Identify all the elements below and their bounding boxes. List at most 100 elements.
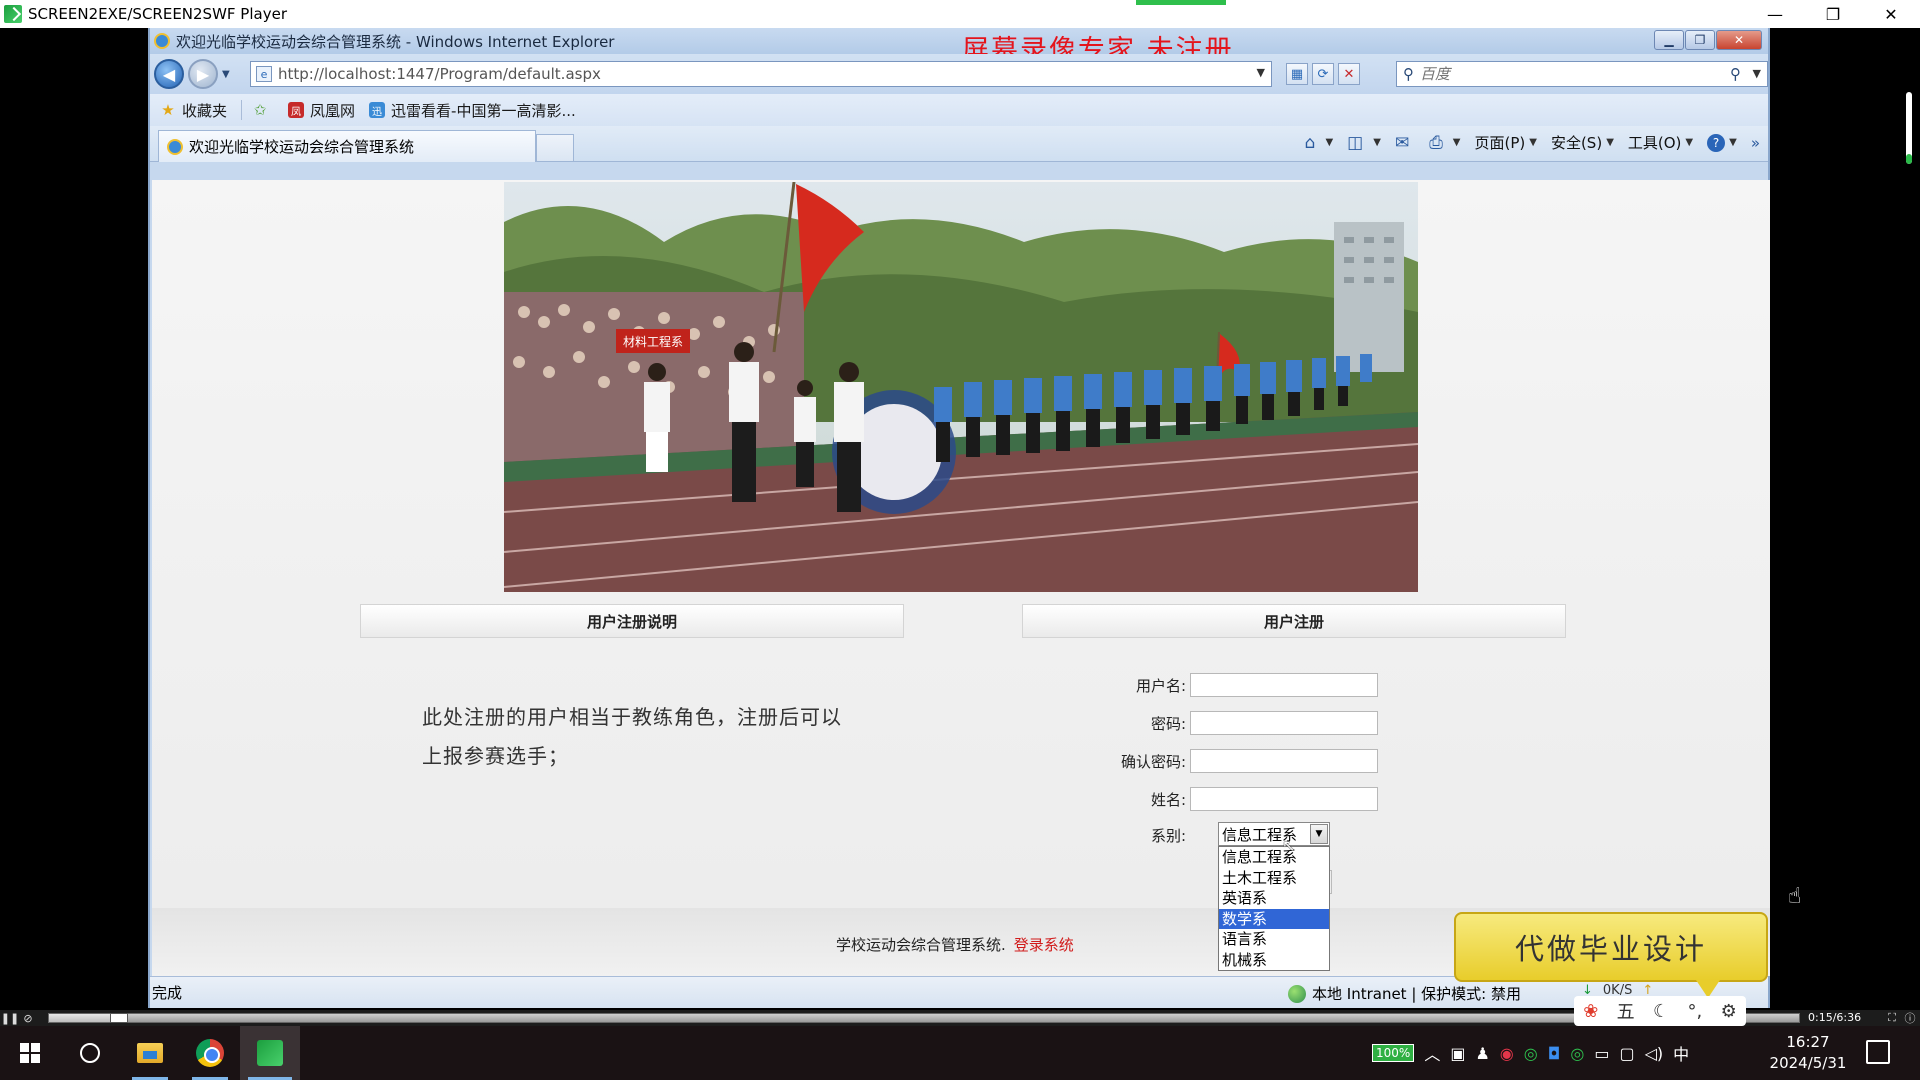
power-icon[interactable]: ▭ — [1594, 1044, 1609, 1063]
search-engine-icon: ⚲ — [1403, 65, 1414, 83]
info-icon[interactable]: ⓘ — [1902, 1010, 1918, 1026]
name-field[interactable] — [1190, 787, 1378, 811]
search-input[interactable] — [1420, 65, 1720, 83]
chevron-up-icon[interactable]: ︿ — [1424, 1041, 1440, 1065]
new-tab-button[interactable] — [536, 134, 574, 162]
login-system-link[interactable]: 登录系统 — [1014, 936, 1074, 954]
gear-icon[interactable]: ⚙ — [1721, 1001, 1737, 1022]
windows-logo-icon — [20, 1043, 40, 1063]
chevron-down-icon[interactable]: ▼ — [1310, 824, 1328, 844]
network-icon[interactable]: ▢ — [1619, 1044, 1634, 1063]
home-button[interactable]: ⌂ ▼ — [1305, 133, 1334, 153]
safety-menu-label: 安全(S) — [1550, 134, 1603, 152]
address-dropdown-icon[interactable]: ▼ — [1257, 66, 1265, 79]
seek-thumb[interactable] — [110, 1013, 128, 1023]
stop-playback-icon[interactable]: ⊘ — [20, 1010, 36, 1026]
address-url[interactable]: http://localhost:1447/Program/default.as… — [278, 65, 601, 83]
tab-row: 欢迎光临学校运动会综合管理系统 ⌂ ▼ ◫ ▼ ✉ ⎙ ▼ 页面(P) ▼ 安全(S) ▼… — [150, 126, 1768, 162]
favorite-link-ifeng[interactable]: 凤 凤凰网 — [288, 100, 355, 121]
search-options-icon[interactable]: ▼ — [1753, 67, 1761, 80]
address-bar[interactable]: e http://localhost:1447/Program/default.… — [250, 61, 1272, 87]
ime-indicator[interactable]: 中 — [1673, 1041, 1689, 1065]
wechat-icon[interactable]: ◎ — [1524, 1044, 1538, 1063]
department-option[interactable]: 土木工程系 — [1219, 868, 1329, 889]
ie-close-icon[interactable]: ✕ — [1716, 30, 1762, 50]
ad-bubble[interactable]: 代做毕业设计 — [1454, 912, 1768, 998]
command-bar: ⌂ ▼ ◫ ▼ ✉ ⎙ ▼ 页面(P) ▼ 安全(S) ▼ 工具(O) ▼ ? ▼ » — [1291, 132, 1760, 153]
camera-icon[interactable]: ▣ — [1450, 1044, 1465, 1063]
back-button[interactable]: ◀ — [154, 59, 184, 89]
department-option[interactable]: 数学系 — [1219, 908, 1329, 929]
seek-bar[interactable] — [48, 1013, 1800, 1023]
pause-icon[interactable]: ❚❚ — [1, 1010, 19, 1026]
baidu-paw-icon[interactable]: ❀ — [1583, 1001, 1598, 1022]
forward-button[interactable]: ▶ — [188, 59, 218, 89]
tab-current[interactable]: 欢迎光临学校运动会综合管理系统 — [158, 130, 536, 162]
minimize-icon[interactable]: — — [1746, 0, 1804, 28]
department-option[interactable]: 信息工程系 — [1219, 847, 1329, 868]
refresh-icon[interactable]: ⟳ — [1312, 63, 1334, 85]
department-option[interactable]: 机械系 — [1219, 950, 1329, 971]
safety-menu[interactable]: 安全(S) ▼ — [1551, 132, 1614, 153]
notification-center-icon[interactable] — [1866, 1040, 1890, 1064]
moon-icon[interactable]: ☾ — [1653, 1001, 1669, 1022]
department-option[interactable]: 语言系 — [1219, 929, 1329, 950]
tray-app-icon[interactable]: ♟ — [1475, 1044, 1489, 1063]
ie-address-row: ◀ ▶ ▼ e http://localhost:1447/Program/de… — [150, 54, 1768, 94]
shield-icon[interactable]: ◘ — [1548, 1044, 1561, 1063]
tools-menu[interactable]: 工具(O) ▼ — [1628, 132, 1693, 153]
password-field[interactable] — [1190, 711, 1378, 735]
recent-pages-dropdown-icon[interactable]: ▼ — [222, 69, 230, 80]
mail-button[interactable]: ✉ — [1395, 133, 1415, 153]
ime-toolbar: ❀ 五 ☾ °, ⚙ — [1574, 996, 1746, 1026]
feeds-button[interactable]: ◫ ▼ — [1347, 133, 1381, 153]
stop-icon[interactable]: ✕ — [1338, 63, 1360, 85]
ime-mode-label[interactable]: 五 — [1617, 998, 1635, 1024]
username-field[interactable] — [1190, 673, 1378, 697]
ie-restore-icon[interactable]: ❐ — [1685, 30, 1715, 50]
name-label: 姓名: — [1150, 790, 1186, 809]
taskbar-clock[interactable]: 16:27 2024/5/31 — [1768, 1032, 1848, 1074]
more-commands-icon[interactable]: » — [1751, 134, 1760, 152]
intro-panel-header: 用户注册说明 — [360, 604, 904, 638]
print-button[interactable]: ⎙ ▼ — [1429, 133, 1460, 153]
page-menu[interactable]: 页面(P) ▼ — [1475, 132, 1537, 153]
close-icon[interactable]: ✕ — [1862, 0, 1920, 28]
department-select[interactable]: 信息工程系 ▼ — [1218, 822, 1330, 846]
compat-view-icon[interactable]: ▦ — [1286, 63, 1308, 85]
add-star-icon: ✩ — [253, 101, 267, 119]
chrome-icon — [196, 1039, 224, 1067]
search-circle-icon — [80, 1043, 100, 1063]
search-button[interactable] — [60, 1026, 120, 1080]
red-app-icon[interactable]: ◉ — [1500, 1044, 1514, 1063]
folder-icon — [137, 1043, 163, 1063]
search-go-icon[interactable]: ⚲ — [1730, 65, 1741, 83]
security-zone[interactable]: 本地 Intranet | 保护模式: 禁用 — [1288, 983, 1521, 1004]
mail-icon: ✉ — [1394, 132, 1410, 153]
password-label: 密码: — [1150, 714, 1186, 733]
ie-logo-icon — [154, 33, 170, 49]
star-icon: ★ — [161, 101, 175, 119]
screen2exe-icon — [257, 1040, 283, 1066]
favorites-button[interactable]: ★ 收藏夹 — [160, 100, 227, 121]
help-menu[interactable]: ? ▼ — [1707, 133, 1737, 152]
punctuation-icon[interactable]: °, — [1688, 1001, 1703, 1022]
wechat-secondary-icon[interactable]: ◎ — [1570, 1044, 1584, 1063]
chrome-button[interactable] — [180, 1026, 240, 1080]
ie-minimize-icon[interactable]: ▁ — [1654, 30, 1684, 50]
add-favorite-button[interactable]: ✩ — [252, 101, 274, 119]
fullscreen-icon[interactable]: ⛶ — [1884, 1010, 1900, 1026]
volume-icon[interactable]: ◁) — [1645, 1044, 1664, 1063]
register-panel-header: 用户注册 — [1022, 604, 1566, 638]
department-option[interactable]: 英语系 — [1219, 888, 1329, 909]
confirm-password-field[interactable] — [1190, 749, 1378, 773]
restore-icon[interactable]: ❐ — [1804, 0, 1862, 28]
security-zone-label: 本地 Intranet | 保护模式: 禁用 — [1312, 985, 1521, 1003]
file-explorer-button[interactable] — [120, 1026, 180, 1080]
search-box[interactable]: ⚲ ⚲ ▼ — [1396, 61, 1768, 87]
battery-indicator[interactable]: 100% — [1372, 1044, 1415, 1062]
status-text: 完成 — [152, 984, 183, 1002]
favorite-link-xunlei[interactable]: 迅 迅雷看看-中国第一高清影... — [369, 100, 576, 121]
screen2exe-taskbar-button[interactable] — [240, 1026, 300, 1080]
start-button[interactable] — [0, 1026, 60, 1080]
